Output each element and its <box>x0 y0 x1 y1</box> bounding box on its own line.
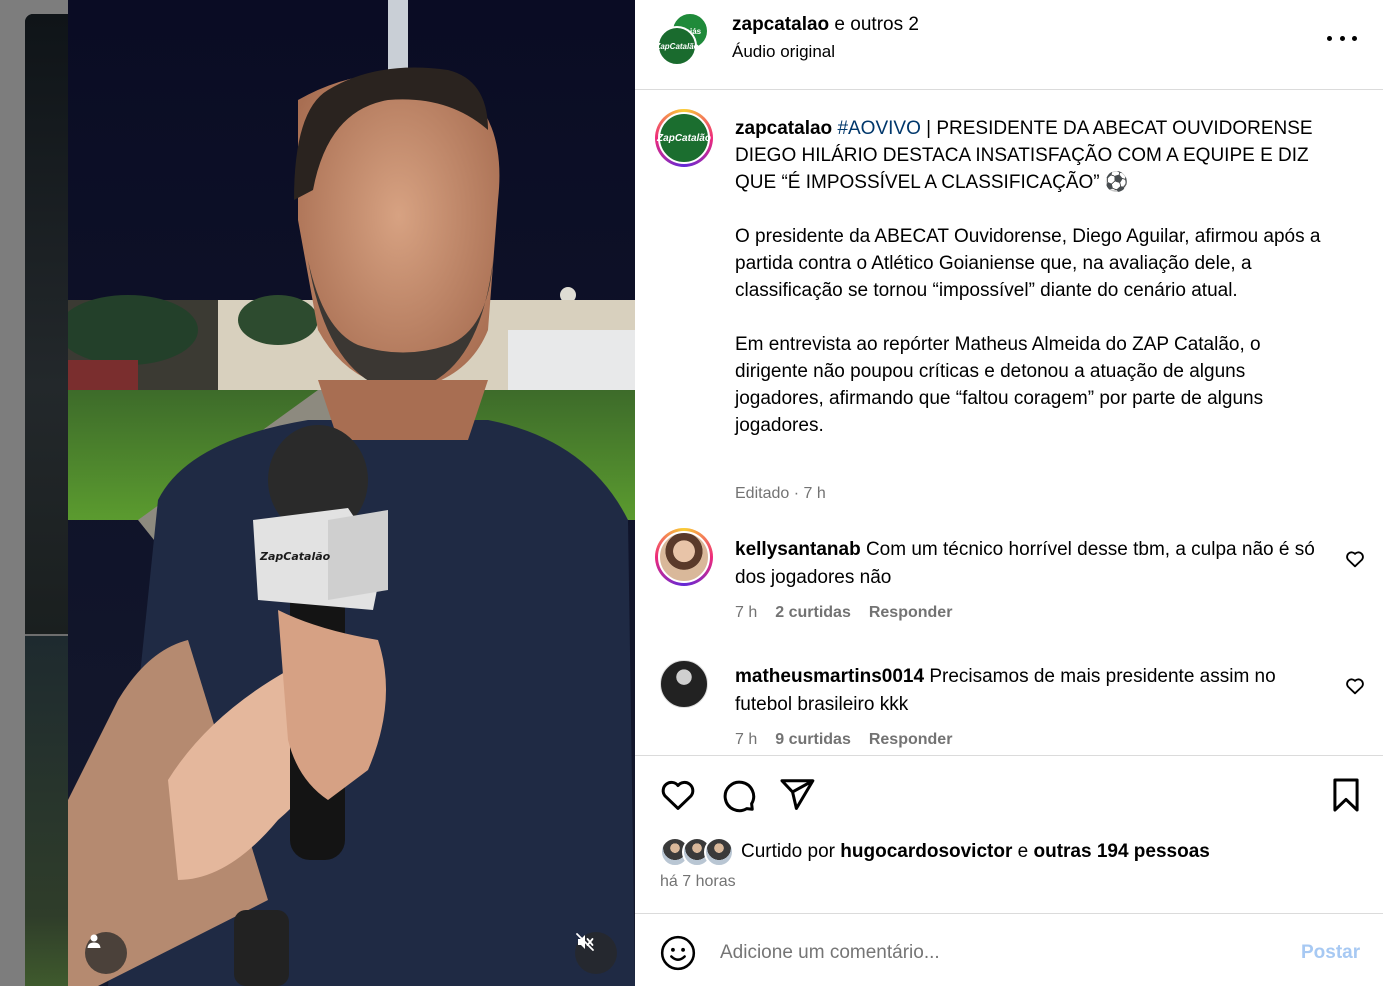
commenter-avatar[interactable] <box>660 660 708 708</box>
commenter-username[interactable]: matheusmartins0014 <box>735 666 924 687</box>
caption-author-avatar[interactable]: ZapCatalão <box>655 109 713 167</box>
post-authors[interactable]: zapcatalao e outros 2 <box>732 14 919 36</box>
reply-button[interactable]: Responder <box>869 731 953 749</box>
author-avatars[interactable]: Goiás ZapCatalão <box>655 12 711 66</box>
post-details-panel: Goiás ZapCatalão zapcatalao e outros 2 Á… <box>635 0 1383 986</box>
mute-button[interactable] <box>575 932 617 974</box>
comment-meta: 7 h 9 curtidas Responder <box>735 731 952 749</box>
comment-text: kellysantanab Com um técnico horrível de… <box>735 539 1315 588</box>
caption-paragraph-2: Em entrevista ao repórter Matheus Almeid… <box>735 334 1264 436</box>
comment-icon[interactable] <box>719 776 757 814</box>
liker-avatar <box>704 837 734 867</box>
author-avatar[interactable]: ZapCatalão <box>655 26 699 66</box>
comment-likes[interactable]: 9 curtidas <box>775 731 851 749</box>
comments-scroll-area[interactable]: ZapCatalão zapcatalao #AOVIVO | PRESIDEN… <box>635 91 1383 755</box>
post-time[interactable]: há 7 horas <box>660 873 736 891</box>
share-icon[interactable] <box>778 776 816 814</box>
like-heart-icon[interactable] <box>659 776 697 814</box>
comment-time: 7 h <box>735 731 758 748</box>
user-icon <box>87 934 101 948</box>
emoji-icon[interactable] <box>659 934 697 972</box>
commenter-avatar[interactable] <box>655 528 713 586</box>
hashtag-link[interactable]: #AOVIVO <box>837 118 920 139</box>
divider <box>635 913 1383 914</box>
caption-paragraph-1: O presidente da ABECAT Ouvidorense, Dieg… <box>735 226 1321 301</box>
post-video[interactable]: ZapCatalão <box>68 0 635 986</box>
caption-text: zapcatalao #AOVIVO | PRESIDENTE DA ABECA… <box>735 115 1335 466</box>
likes-summary: Curtido por hugocardosovictor e outras 1… <box>741 841 1210 862</box>
post-header: Goiás ZapCatalão zapcatalao e outros 2 Á… <box>635 0 1383 90</box>
author-username[interactable]: zapcatalao <box>732 14 829 35</box>
save-bookmark-icon[interactable] <box>1327 776 1365 814</box>
comment-input[interactable] <box>720 942 1280 964</box>
comment-like-heart-icon[interactable] <box>1344 548 1366 570</box>
post-comment-button[interactable]: Postar <box>1301 942 1360 964</box>
more-options-icon[interactable] <box>1327 28 1357 48</box>
commenter-username[interactable]: kellysantanab <box>735 539 861 560</box>
video-frame: ZapCatalão <box>68 0 635 986</box>
comment-text: matheusmartins0014 Precisamos de mais pr… <box>735 666 1276 715</box>
speaker-muted-icon <box>576 933 594 951</box>
audio-link[interactable]: Áudio original <box>732 42 835 62</box>
caption-username[interactable]: zapcatalao <box>735 118 832 139</box>
divider <box>635 755 1383 756</box>
tagged-users-button[interactable] <box>85 932 127 974</box>
comment-meta: 7 h 2 curtidas Responder <box>735 604 952 622</box>
caption-meta: Editado · 7 h <box>735 485 826 502</box>
coauthors-link[interactable]: e outros 2 <box>829 14 919 35</box>
comment-like-heart-icon[interactable] <box>1344 675 1366 697</box>
comment-time: 7 h <box>735 604 758 621</box>
likes-others-link[interactable]: outras 194 pessoas <box>1033 841 1209 862</box>
liker-avatars[interactable] <box>660 836 734 868</box>
comment-likes[interactable]: 2 curtidas <box>775 604 851 622</box>
liker-username[interactable]: hugocardosovictor <box>840 841 1012 862</box>
svg-text:ZapCatalão: ZapCatalão <box>259 550 331 563</box>
reply-button[interactable]: Responder <box>869 604 953 622</box>
